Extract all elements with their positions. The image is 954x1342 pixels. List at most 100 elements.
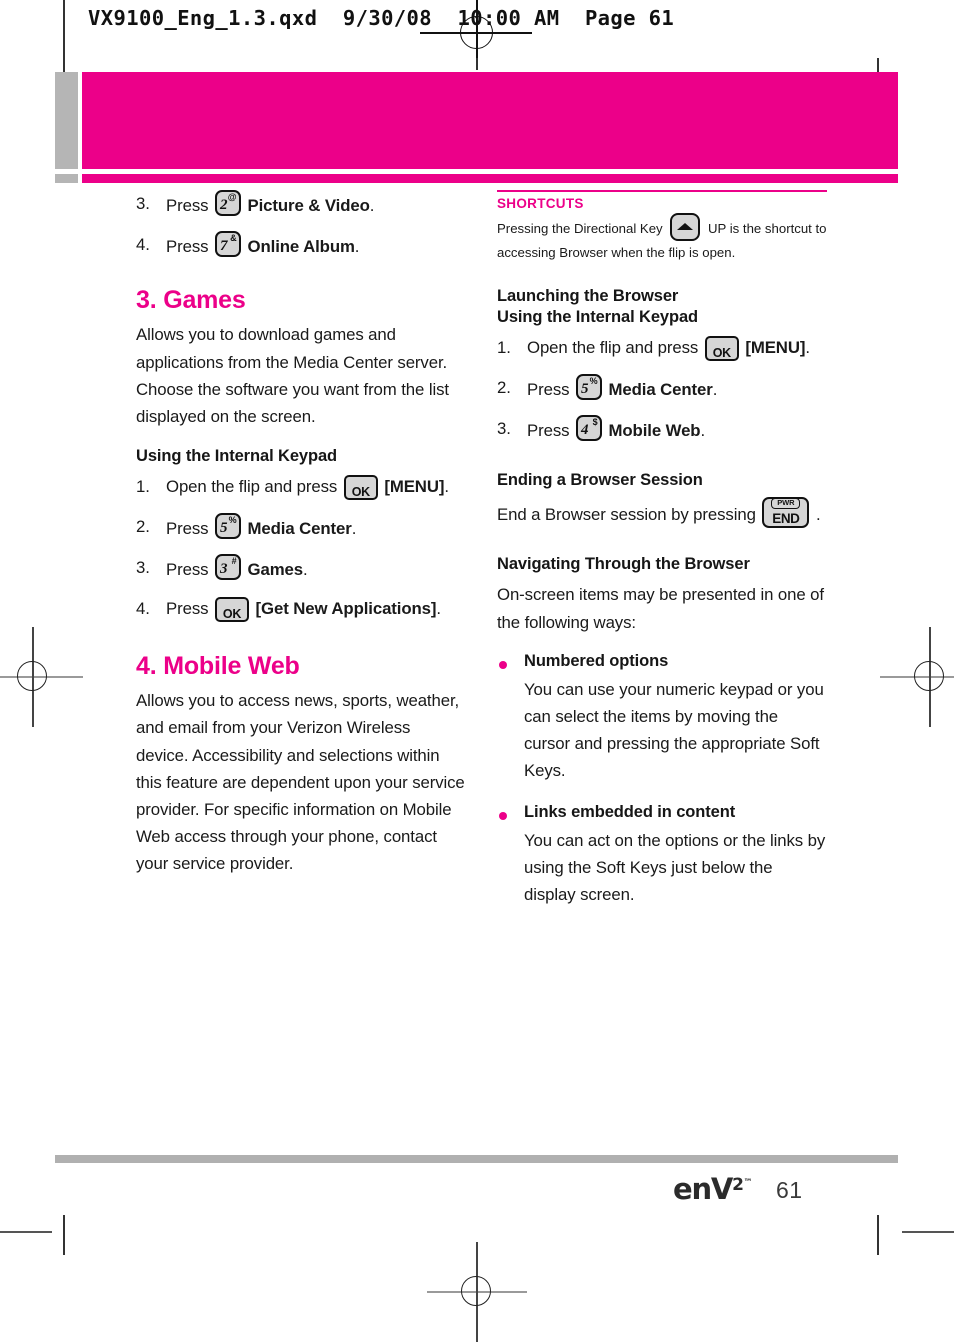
step-period: . [712,379,718,399]
subheading-navigating-browser: Navigating Through the Browser [497,555,750,574]
directional-up-key-icon [670,212,701,241]
step-item: 3. Press 2 @ Picture & Video. [136,190,466,219]
launching-steps-list: 1. Open the flip and press OK [MENU]. 2.… [497,334,827,444]
step-verb: Press [166,196,209,215]
step-number: 1. [497,338,511,358]
step-verb: Press [166,237,209,257]
step-period: . [444,477,449,497]
frame-line-left-bottom [63,1215,65,1255]
subheading-games-internal-keypad: Using the Internal Keypad [136,447,338,466]
key-3-icon: 3 # [214,553,241,580]
section-heading-games: 3. Games [136,286,246,315]
step-target-label: Mobile Web [608,420,701,440]
bullet-body: You can use your numeric keypad or you c… [524,679,824,781]
step-period: . [369,196,375,215]
list-item: Links embedded in content You can act on… [497,803,827,909]
step-number: 4. [136,598,150,618]
bullet-body: You can act on the options or the links … [524,830,826,904]
registration-mark-left [0,627,83,727]
step-text: Press [166,559,209,579]
key-2-icon: 2 @ [214,190,241,216]
step-item: 3. Press 3 # Games. [136,553,466,583]
top-steps-list: 3. Press 2 @ Picture & Video. 4. Press 7… [136,190,466,260]
step-target-label: [Get New Applications] [255,598,437,618]
step-item: 4. Press OK [Get New Applications]. [136,595,466,622]
step-number: 1. [136,477,150,497]
ending-text-before: End a Browser session by pressing [497,505,756,525]
header-registration-mark [420,0,532,58]
env2-logo-superscript: 2 [732,1175,744,1195]
key-7-icon: 7 & [214,231,241,258]
step-text: Open the flip and press [527,338,699,358]
divider-gray-tab [55,174,78,183]
navigating-intro: On-screen items may be presented in one … [497,585,824,632]
navigating-bullet-list: Numbered options You can use your numeri… [497,652,827,908]
key-5-icon: 5 % [575,373,602,400]
subheading-ending-session: Ending a Browser Session [497,470,703,489]
bullet-title: Numbered options [524,651,669,670]
subheading-launching-browser: Launching the Browser Using the Internal… [497,286,827,328]
ending-session-text: End a Browser session by pressing PWR EN… [497,497,827,529]
key-ok-icon: OK [343,475,378,501]
step-text: Press [166,518,209,538]
bullet-title: Links embedded in content [524,802,736,821]
step-number: 4. [136,235,150,255]
games-description: Allows you to download games and applica… [136,325,449,427]
launching-heading-line2: Using the Internal Keypad [497,308,699,327]
key-end-power-icon: PWR END [762,497,810,529]
header-rule-left [63,0,65,58]
step-text: Press [527,420,570,440]
crop-line-left-upper [0,1231,52,1233]
games-steps-list: 1. Open the flip and press OK [MENU]. 2.… [136,473,466,622]
shortcuts-text: Pressing the Directional Key UP is the s… [497,212,827,265]
registration-mark-right [880,627,954,727]
ending-period: . [815,505,821,525]
step-target-label: Online Album [247,237,355,257]
step-target-label: Picture & Video [247,196,370,215]
key-ok-icon: OK [214,596,249,622]
section-heading-mobile-web: 4. Mobile Web [136,652,300,681]
bullet-dot-icon [499,811,507,820]
step-target-label: Games [247,559,304,579]
shortcuts-text-before: Pressing the Directional Key [497,220,663,236]
shortcuts-label: SHORTCUTS [497,195,584,211]
step-target-label: Media Center [608,379,713,399]
step-period: . [303,559,308,579]
step-text: Open the flip and press [166,477,338,497]
step-number: 2. [136,516,150,536]
step-item: 4. Press 7 & Online Album. [136,231,466,260]
launching-heading-line1: Launching the Browser [497,287,679,306]
step-text: Press [527,379,570,399]
banner-gray-tab [55,72,78,169]
step-item: 3. Press 4 $ Mobile Web. [497,414,827,444]
step-period: . [351,518,357,538]
header-filename-text: VX9100_Eng_1.3.qxd 9/30/08 10:00 AM Page… [88,6,675,30]
step-target-label: Media Center [247,518,352,538]
step-period: . [354,237,360,257]
step-period: . [436,598,441,618]
divider-magenta-strip [82,174,898,183]
list-item: Numbered options You can use your numeri… [497,652,827,785]
step-item: 1. Open the flip and press OK [MENU]. [497,334,827,362]
footer-gray-bar [55,1155,898,1163]
key-ok-icon: OK [704,336,739,362]
right-column: SHORTCUTS Pressing the Directional Key U… [497,190,827,922]
key-4-icon: 4 $ [575,414,602,441]
env2-logo: enV2™ [673,1172,753,1206]
step-item: 2. Press 5 % Media Center. [136,512,466,542]
trademark-icon: ™ [743,1178,753,1188]
frame-line-right-bottom [877,1215,879,1255]
frame-line-center-top [476,58,478,70]
env2-logo-text: enV [673,1172,733,1206]
print-file-header: VX9100_Eng_1.3.qxd 9/30/08 10:00 AM Page… [0,0,954,58]
step-number: 3. [136,557,150,577]
left-column: 3. Press 2 @ Picture & Video. 4. Press 7… [136,190,466,888]
shortcuts-rule [497,190,827,192]
key-5-icon: 5 % [214,512,241,539]
step-number: 3. [497,418,511,438]
registration-mark-bottom [427,1242,527,1342]
step-target-label: [MENU] [384,477,445,497]
page-number: 61 [776,1177,803,1203]
step-number: 3. [136,194,150,213]
shortcuts-callout: SHORTCUTS Pressing the Directional Key U… [497,190,827,264]
